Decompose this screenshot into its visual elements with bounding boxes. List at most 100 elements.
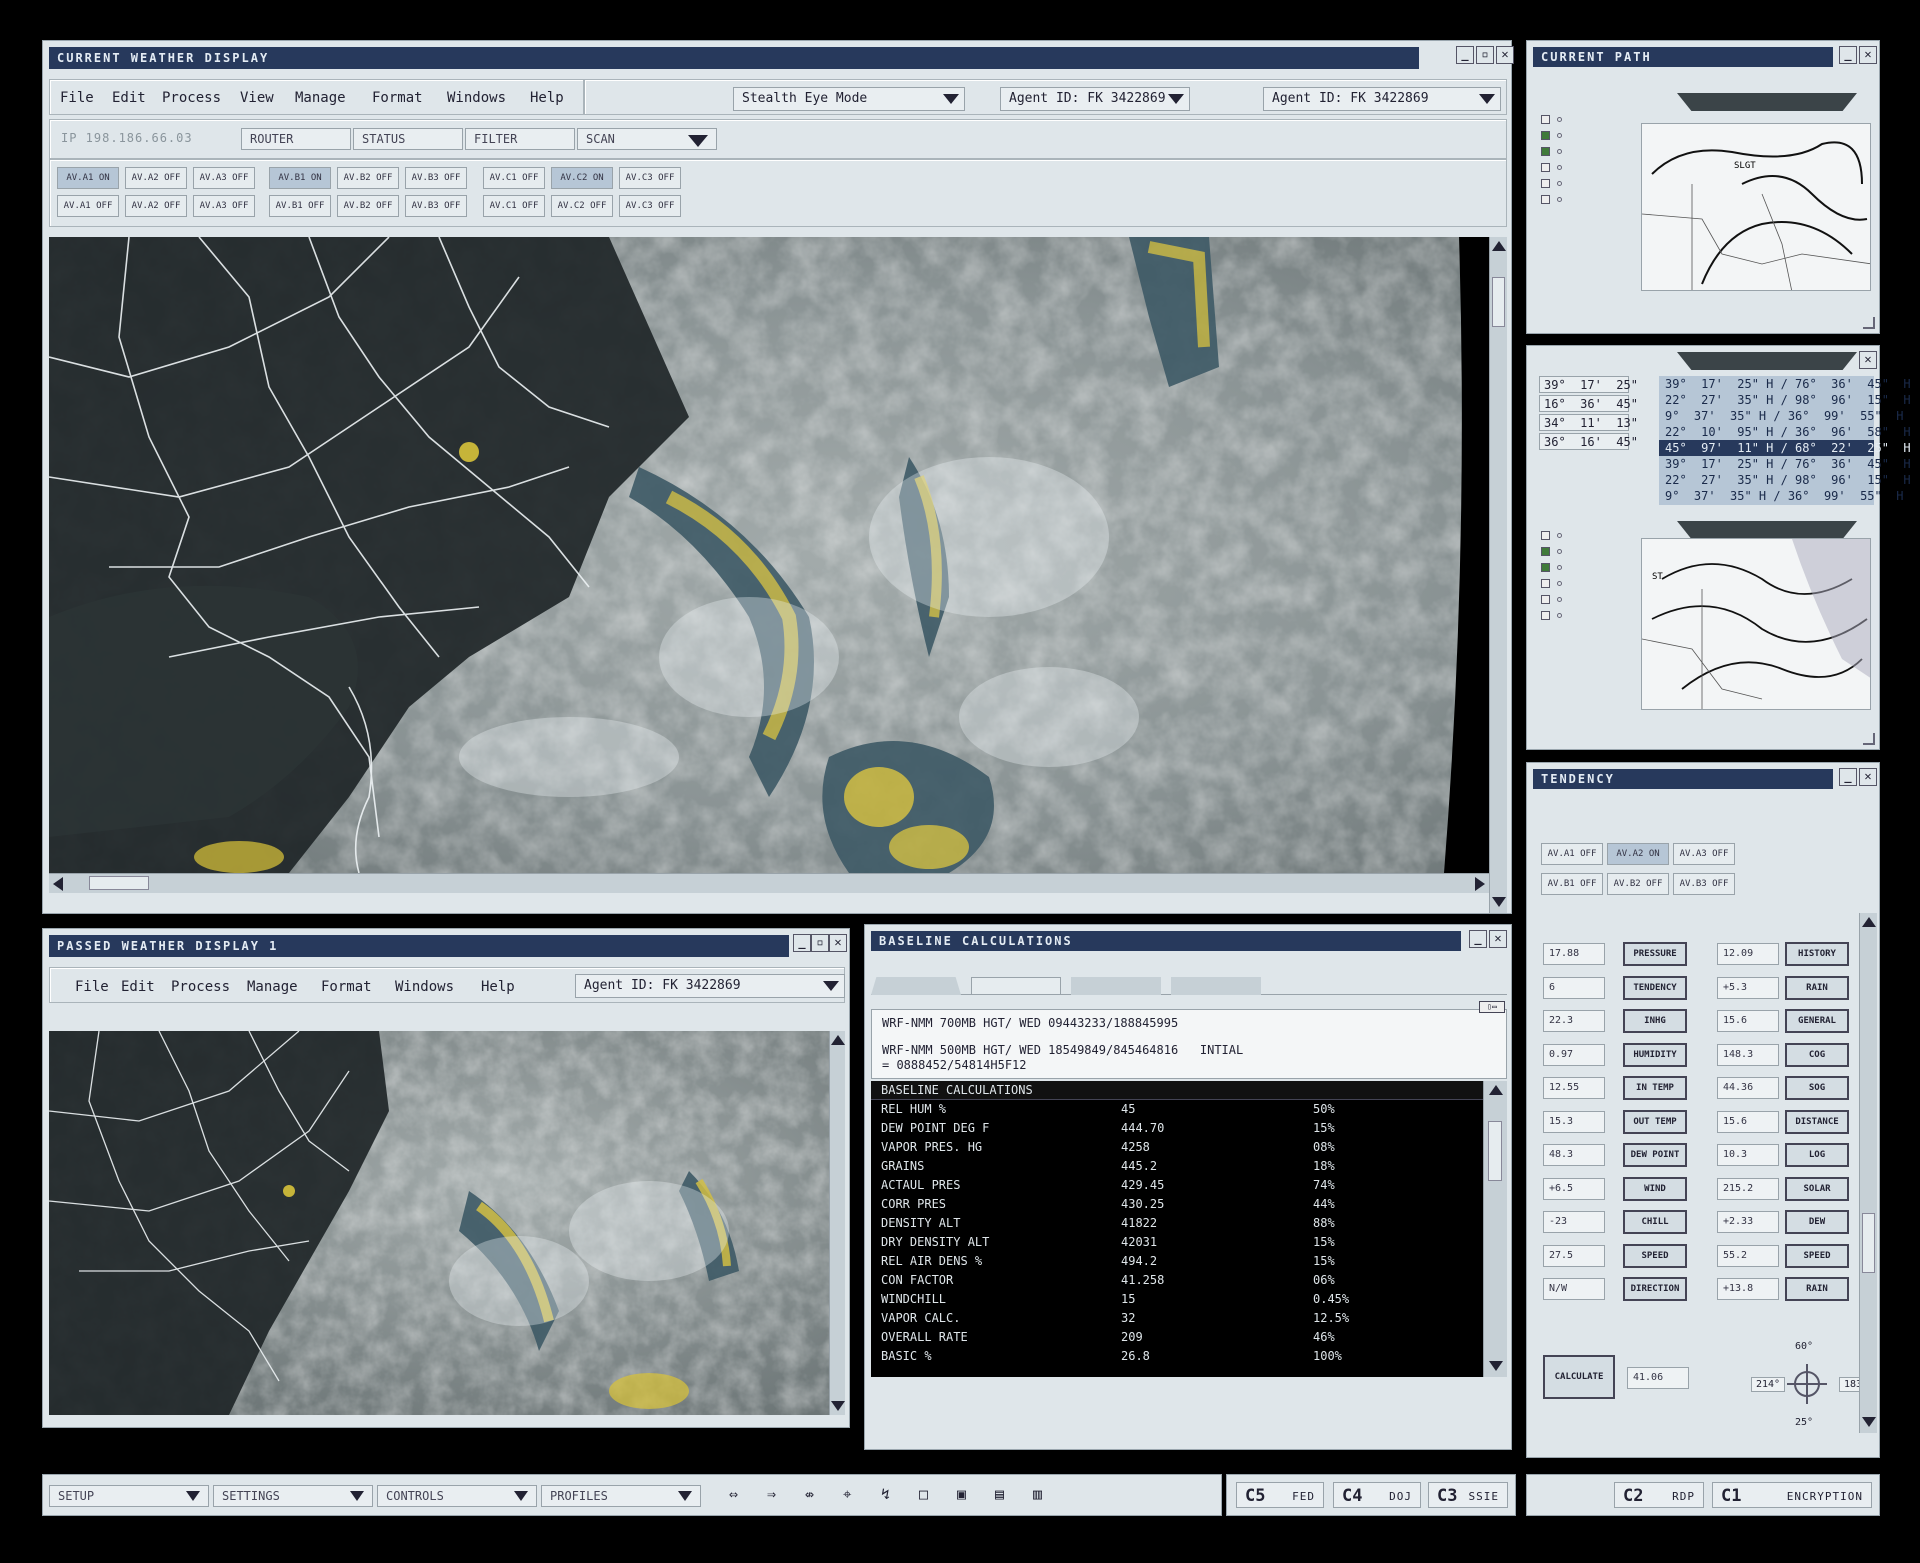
text-area[interactable]: WRF-NMM 700MB HGT/ WED 09443233/18884599… [871, 1009, 1507, 1079]
table-row[interactable]: ACTAUL PRES 429.45 74% [871, 1176, 1483, 1195]
radio-dot-icon[interactable] [1557, 613, 1562, 618]
passed-menu-windows[interactable]: Windows [395, 979, 454, 995]
av-top-button-1[interactable]: AV.A2 OFF [125, 167, 187, 189]
close-button[interactable]: ✕ [1489, 930, 1507, 948]
av-bottom-button-0[interactable]: AV.A1 OFF [57, 195, 119, 217]
agent-select-2[interactable]: Agent ID: FK 3422869 [1263, 87, 1501, 111]
av-bottom-button-3[interactable]: AV.B1 OFF [269, 195, 331, 217]
passed-agent-select[interactable]: Agent ID: FK 3422869 [575, 974, 845, 998]
passed-menu-format[interactable]: Format [321, 979, 372, 995]
tendency-av-0[interactable]: AV.A1 OFF [1541, 843, 1603, 865]
close-button[interactable]: ✕ [1859, 46, 1877, 64]
scroll-down-icon[interactable] [1862, 1417, 1876, 1427]
coord-right-4[interactable]: 45° 97' 11" H / 68° 22' 25" H [1659, 440, 1911, 457]
tendency-right-button[interactable]: GENERAL [1785, 1009, 1849, 1033]
table-row[interactable]: GRAINS 445.2 18% [871, 1157, 1483, 1176]
scroll-down-icon[interactable] [1492, 897, 1506, 907]
code-button-rdp[interactable]: C2 RDP [1614, 1482, 1704, 1508]
passed-menu-edit[interactable]: Edit [121, 979, 155, 995]
main-horizontal-scrollbar[interactable] [49, 873, 1489, 893]
checkbox[interactable] [1541, 595, 1550, 604]
passed-menu-manage[interactable]: Manage [247, 979, 298, 995]
av-bottom-button-4[interactable]: AV.B2 OFF [337, 195, 399, 217]
agent-select-1[interactable]: Agent ID: FK 3422869 [1000, 87, 1190, 111]
tendency-right-button[interactable]: COG [1785, 1042, 1849, 1067]
menu-edit[interactable]: Edit [112, 90, 146, 106]
scroll-thumb[interactable] [1488, 1121, 1502, 1181]
checkbox[interactable] [1541, 579, 1550, 588]
table-row[interactable]: BASIC % 26.8 100% [871, 1347, 1483, 1366]
calculate-button[interactable]: CALCULATE [1543, 1355, 1615, 1399]
coord-right-1[interactable]: 22° 27' 35" H / 98° 96' 15" H [1659, 392, 1911, 409]
table-row[interactable]: DENSITY ALT 41822 88% [871, 1214, 1483, 1233]
close-button[interactable]: ✕ [829, 934, 847, 952]
coord-right-3[interactable]: 22° 10' 95" H / 36° 96' 58" H [1659, 424, 1911, 441]
menu-manage[interactable]: Manage [295, 90, 346, 106]
av-top-button-6[interactable]: AV.C1 OFF [483, 167, 545, 189]
tendency-av-5[interactable]: AV.B3 OFF [1673, 873, 1735, 895]
coord-right-2[interactable]: 9° 37' 35" H / 36° 99' 55" H [1659, 408, 1903, 425]
tendency-right-button[interactable]: DISTANCE [1785, 1109, 1849, 1134]
menu-file[interactable]: File [60, 90, 94, 106]
checkbox[interactable] [1541, 563, 1550, 572]
scroll-up-icon[interactable] [831, 1035, 845, 1045]
tendency-left-button[interactable]: CHILL [1623, 1210, 1687, 1234]
radio-dot-icon[interactable] [1557, 133, 1562, 138]
tendency-right-button[interactable]: SPEED [1785, 1243, 1849, 1268]
tendency-left-button[interactable]: DIRECTION [1623, 1277, 1687, 1301]
resize-grip[interactable] [1863, 733, 1875, 745]
table-row[interactable]: OVERALL RATE 209 46% [871, 1328, 1483, 1347]
minimize-button[interactable]: _ [1469, 930, 1487, 948]
satellite-map-main[interactable] [49, 237, 1489, 873]
radio-dot-icon[interactable] [1557, 117, 1562, 122]
close-button[interactable]: ✕ [1859, 768, 1877, 786]
table-row[interactable]: CORR PRES 430.25 44% [871, 1195, 1483, 1214]
tab-2[interactable] [971, 977, 1061, 995]
table-row[interactable]: WINDCHILL 15 0.45% [871, 1290, 1483, 1309]
radio-dot-icon[interactable] [1557, 197, 1562, 202]
tendency-left-button[interactable]: TENDENCY [1623, 975, 1687, 1000]
av-bottom-button-1[interactable]: AV.A2 OFF [125, 195, 187, 217]
checkbox[interactable] [1541, 131, 1550, 140]
radio-dot-icon[interactable] [1557, 181, 1562, 186]
scroll-up-icon[interactable] [1492, 241, 1506, 251]
arrow-right-icon[interactable]: ⇒ [767, 1485, 776, 1503]
tendency-right-button[interactable]: RAIN [1785, 1277, 1849, 1301]
satellite-map-passed[interactable] [49, 1031, 829, 1415]
menu-help[interactable]: Help [530, 90, 564, 106]
table-row[interactable]: VAPOR PRES. HG 4258 08% [871, 1138, 1483, 1157]
tendency-right-button[interactable]: DEW [1785, 1210, 1849, 1234]
table-row[interactable]: DEW POINT DEG F 444.70 15% [871, 1119, 1483, 1138]
checkbox[interactable] [1541, 163, 1550, 172]
tendency-av-3[interactable]: AV.B1 OFF [1541, 873, 1603, 895]
settings-menu[interactable]: SETTINGS [213, 1485, 373, 1507]
move-icon[interactable]: ⌖ [843, 1485, 851, 1503]
table-row[interactable]: VAPOR CALC. 32 12.5% [871, 1309, 1483, 1328]
filter-field[interactable]: FILTER [465, 128, 575, 150]
router-field[interactable]: ROUTER [241, 128, 351, 150]
minimize-button[interactable]: _ [1839, 768, 1857, 786]
table-row[interactable]: REL HUM % 45 50% [871, 1100, 1483, 1119]
current-path-map[interactable]: SLGT [1641, 123, 1871, 291]
tendency-scrollbar[interactable] [1859, 913, 1877, 1433]
tendency-av-1[interactable]: AV.A2 ON [1607, 843, 1669, 865]
coord-left-0[interactable]: 39° 17' 25" [1539, 376, 1638, 393]
tab-4[interactable] [1171, 977, 1261, 995]
tendency-left-button[interactable]: DEW POINT [1623, 1143, 1687, 1167]
resize-grip[interactable] [1863, 317, 1875, 329]
checkbox[interactable] [1541, 195, 1550, 204]
scroll-right-icon[interactable] [1475, 877, 1485, 891]
code-button-doj[interactable]: C4 DOJ [1333, 1482, 1421, 1508]
code-button-ssie[interactable]: C3 SSIE [1428, 1482, 1508, 1508]
split-window-icon[interactable]: ▥ [1033, 1485, 1042, 1503]
radio-dot-icon[interactable] [1557, 149, 1562, 154]
scan-dropdown-icon[interactable] [688, 135, 708, 147]
coordinates-map[interactable]: ST [1641, 538, 1871, 710]
menu-format[interactable]: Format [372, 90, 423, 106]
coord-left-1[interactable]: 16° 36' 45" [1539, 395, 1638, 412]
tendency-av-4[interactable]: AV.B2 OFF [1607, 873, 1669, 895]
checkbox[interactable] [1541, 179, 1550, 188]
tendency-left-button[interactable]: IN TEMP [1623, 1076, 1687, 1100]
av-top-button-4[interactable]: AV.B2 OFF [337, 167, 399, 189]
av-top-button-5[interactable]: AV.B3 OFF [405, 167, 467, 189]
